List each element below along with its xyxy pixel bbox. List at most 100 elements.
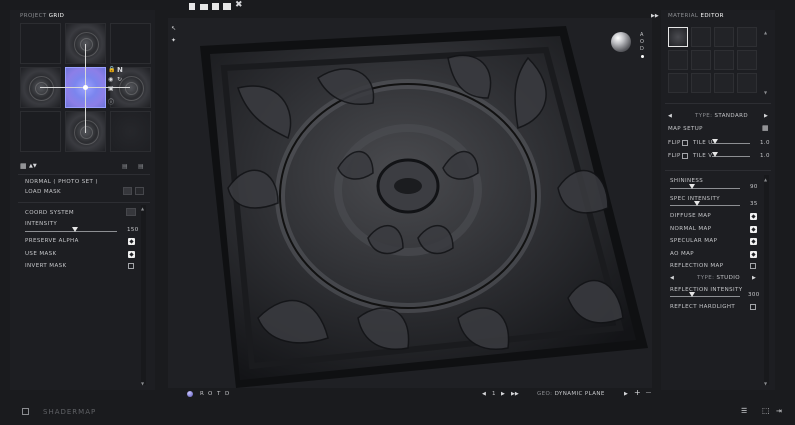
right-scroll-up-icon[interactable]: ▲ [764,176,767,183]
reflection-map-checkbox[interactable] [750,263,756,269]
material-slot[interactable] [668,73,688,93]
specular-map-toggle[interactable] [750,238,757,245]
sort-arrows-icon[interactable]: ▲▼ [29,163,37,170]
reflection-intensity-slider-knob[interactable] [689,292,695,297]
material-slot[interactable] [714,50,734,70]
reflect-hardlight-checkbox[interactable] [750,304,756,310]
render-mode-d[interactable]: D [225,391,230,397]
refresh-icon[interactable]: ↻ [117,76,122,83]
flip-label-v: FLIP [668,153,681,159]
right-scrollbar[interactable] [764,175,769,385]
grid-cell-empty[interactable] [20,111,61,152]
ao-map-toggle[interactable] [750,251,757,258]
material-slot[interactable] [737,73,757,93]
page-value: 1 [492,391,496,397]
load-mask-clear-button[interactable] [135,187,144,195]
reflection-type-prev-icon[interactable]: ◀ [670,275,674,282]
sphere-control-o[interactable]: O [640,39,644,45]
material-slot[interactable] [691,50,711,70]
new-document-icon[interactable] [189,3,195,10]
normal-n-icon[interactable]: N [117,67,123,74]
intensity-slider-knob[interactable] [72,227,78,232]
tile-v-slider-knob[interactable] [712,152,718,157]
open-folder-icon[interactable] [200,4,208,10]
preserve-alpha-toggle[interactable] [128,238,135,245]
type-next-icon[interactable]: ▶ [764,113,768,120]
render-mode-t[interactable]: T [217,391,221,397]
intensity-value: 150 [127,227,139,233]
sphere-control-a[interactable]: A [640,32,644,38]
slots-scroll-up-icon[interactable]: ▲ [764,29,767,36]
save-as-icon[interactable] [223,3,231,10]
page-prev-icon[interactable]: ◀ [482,391,486,398]
flip-label-u: FLIP [668,140,681,146]
normal-map-toggle[interactable] [750,226,757,233]
spec-intensity-slider-track[interactable] [670,205,740,206]
sphere-control-dot[interactable] [641,55,644,58]
render-mode-r[interactable]: R [200,391,204,397]
viewport[interactable] [168,18,652,388]
save-node-icon[interactable]: ▣ [108,85,114,92]
reflection-intensity-slider-track[interactable] [670,296,740,297]
material-slot[interactable] [668,50,688,70]
reflection-type-next-icon[interactable]: ▶ [752,275,756,282]
material-slot[interactable] [691,27,711,47]
sphere-control-d[interactable]: D [640,46,644,52]
tile-v-label: TILE V [693,153,713,159]
cursor-tool-icon[interactable]: ↖ [171,25,176,32]
grid-cell-empty[interactable] [20,23,61,64]
grid-cell-empty[interactable] [110,23,151,64]
material-slot[interactable] [737,50,757,70]
slots-scroll-down-icon[interactable]: ▼ [764,89,767,96]
load-mask-folder-button[interactable] [123,187,132,195]
grid-view-icon[interactable]: ▦ [20,163,27,170]
zoom-in-icon[interactable]: + [634,389,641,397]
zoom-out-icon[interactable]: − [645,389,652,397]
lock-icon[interactable]: 🔒 [108,66,115,73]
scroll-down-icon[interactable]: ▼ [141,380,144,387]
material-slot[interactable] [714,27,734,47]
render-mode-o[interactable]: O [208,391,213,397]
diffuse-map-toggle[interactable] [750,213,757,220]
geo-next-icon[interactable]: ▶ [624,391,628,398]
save-icon[interactable] [212,3,219,10]
coord-system-button[interactable] [126,208,136,216]
left-scrollbar[interactable] [141,205,146,385]
reflection-type: TYPE: STUDIO [697,275,740,281]
shininess-slider-knob[interactable] [689,184,695,189]
reflection-intensity-value: 300 [748,292,760,298]
map-setup-calendar-icon[interactable]: ▦ [762,125,769,132]
flip-v-checkbox[interactable] [682,153,688,159]
material-slot[interactable] [691,73,711,93]
preview-sphere[interactable] [611,32,631,52]
intensity-slider-track[interactable] [25,231,117,232]
spec-intensity-slider-knob[interactable] [694,201,700,206]
scroll-up-icon[interactable]: ▲ [141,205,144,212]
cube-icon[interactable]: ⬚ [762,407,770,415]
light-tool-icon[interactable]: ✦ [171,37,176,44]
flip-u-checkbox[interactable] [682,140,688,146]
list-view-icon[interactable]: ☰ [741,408,747,415]
layout-right-icon[interactable]: ▤ [138,163,144,170]
shininess-slider-track[interactable] [670,188,740,189]
layout-left-icon[interactable]: ▤ [122,163,128,170]
type-prev-icon[interactable]: ◀ [668,113,672,120]
tile-u-slider-knob[interactable] [712,139,718,144]
invert-mask-checkbox[interactable] [128,263,134,269]
app-logo: SHADERMAP [43,408,97,416]
use-mask-toggle[interactable] [128,251,135,258]
material-type: TYPE: STANDARD [695,113,748,119]
export-icon[interactable]: ⇥ [776,408,782,415]
material-slot[interactable] [714,73,734,93]
right-scroll-down-icon[interactable]: ▼ [764,380,767,387]
render-sphere-icon[interactable] [187,391,193,397]
collapse-panel-icon[interactable]: ▶▶ [651,13,659,20]
page-next-icon[interactable]: ▶ [501,391,505,398]
grid-cell-texture[interactable] [110,111,151,152]
material-slot-selected[interactable] [668,27,688,47]
settings-icon[interactable]: ✖ [235,1,243,10]
info-icon[interactable]: ⓘ [108,99,114,106]
eye-icon[interactable]: ◉ [108,76,113,83]
material-slot[interactable] [737,27,757,47]
page-last-icon[interactable]: ▶▶ [511,391,519,398]
